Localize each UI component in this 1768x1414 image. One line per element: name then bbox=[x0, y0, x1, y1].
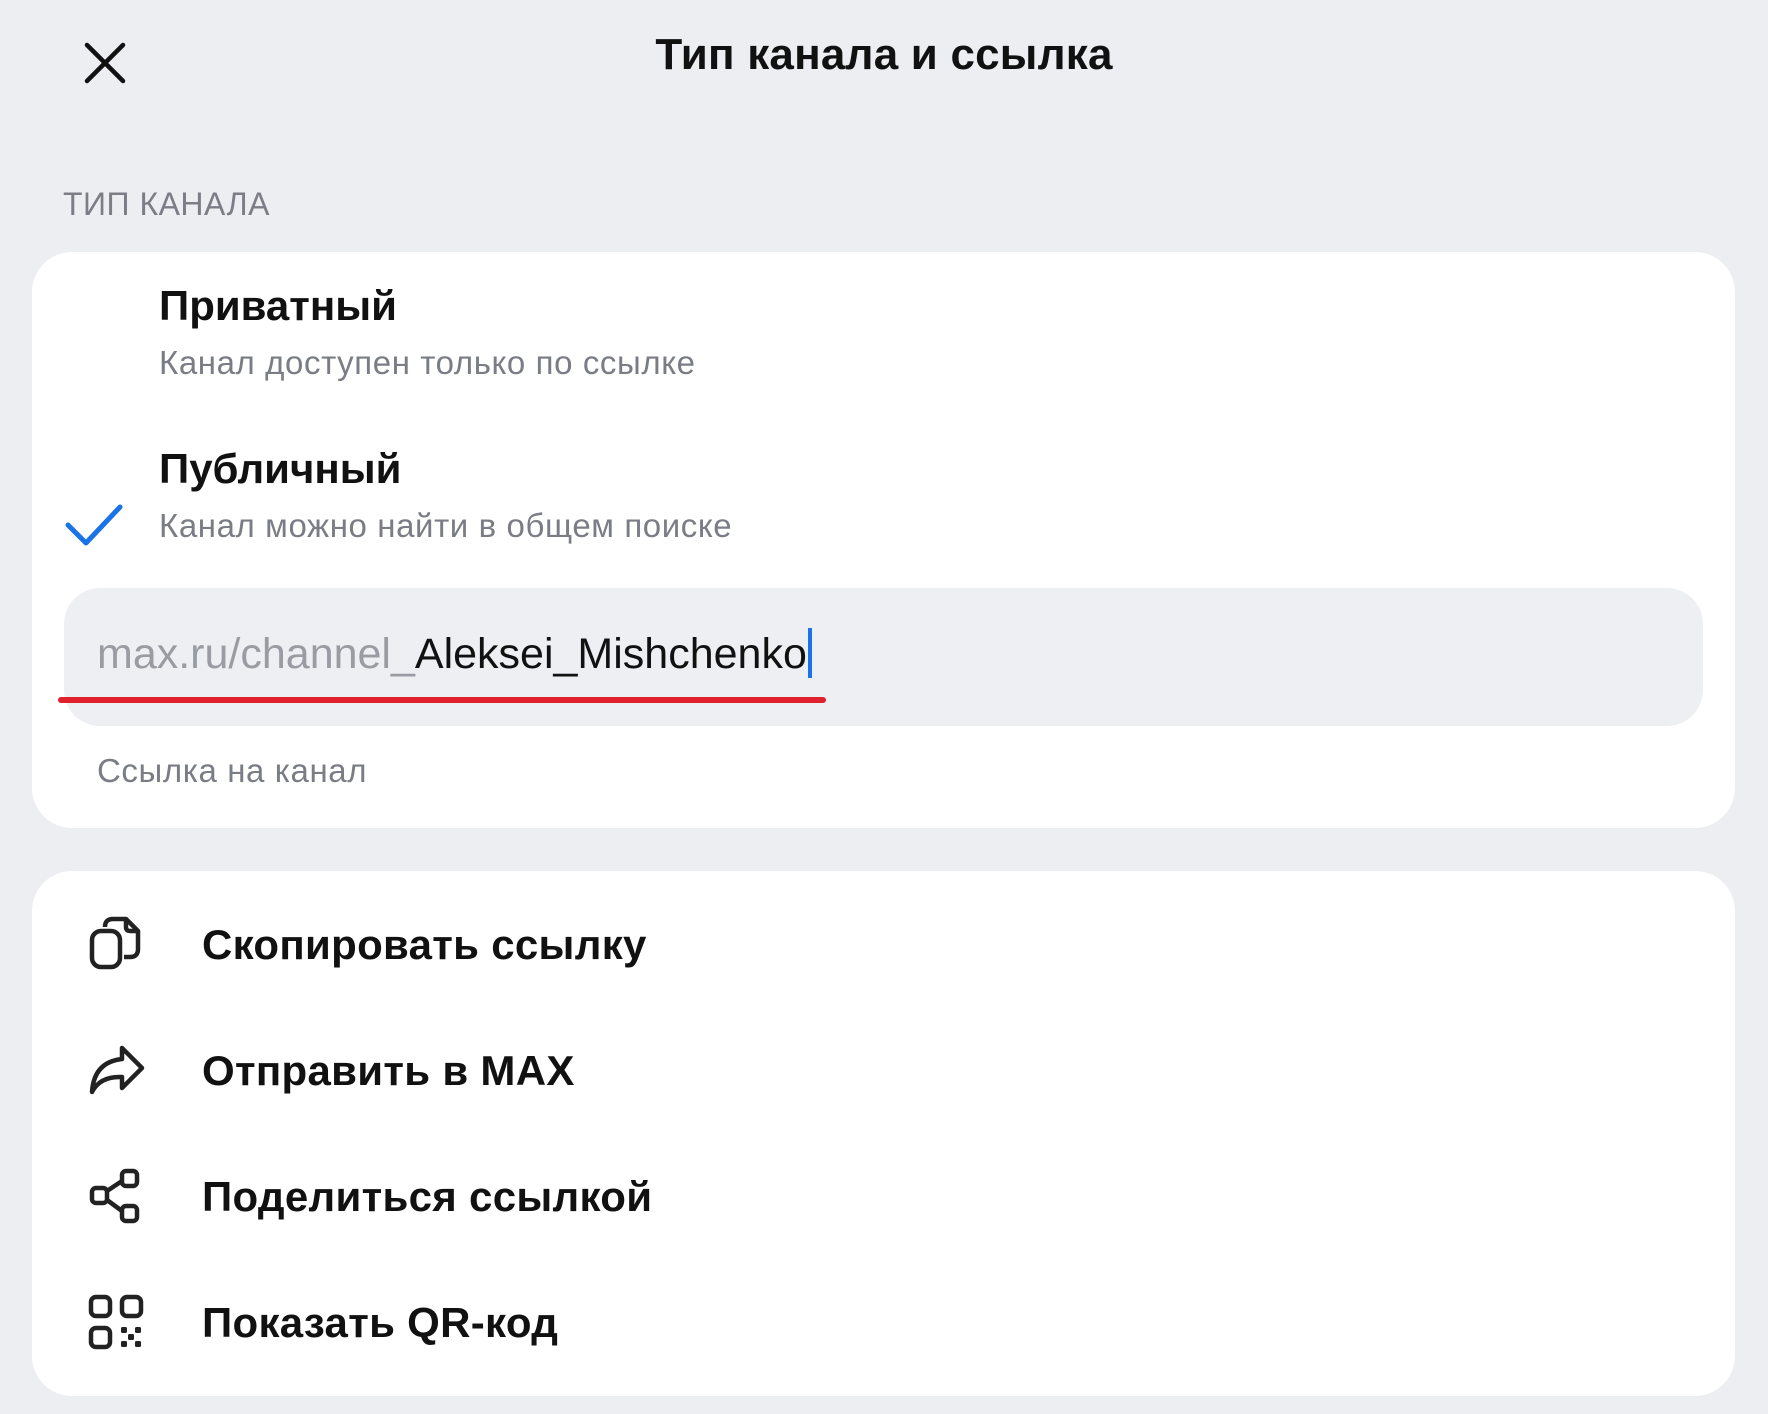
option-title: Приватный bbox=[159, 282, 397, 329]
action-label: Отправить в MAX bbox=[202, 1047, 575, 1094]
link-value: Aleksei_Mishchenko bbox=[414, 630, 807, 678]
qr-code-icon bbox=[88, 1294, 144, 1350]
action-label: Поделиться ссылкой bbox=[202, 1173, 653, 1220]
option-title: Публичный bbox=[159, 445, 402, 492]
option-subtitle: Канал можно найти в общем поиске bbox=[159, 507, 733, 544]
channel-type-card: Приватный Канал доступен только по ссылк… bbox=[32, 252, 1735, 828]
forward-icon bbox=[89, 1045, 145, 1095]
copy-link-button[interactable]: Скопировать ссылку bbox=[32, 881, 1735, 1007]
option-subtitle: Канал доступен только по ссылке bbox=[159, 344, 696, 381]
option-public[interactable]: Публичный Канал можно найти в общем поис… bbox=[32, 445, 1735, 595]
channel-link-text: max.ru/channel_Aleksei_Mishchenko bbox=[97, 628, 812, 679]
share-icon bbox=[89, 1168, 140, 1224]
channel-link-input[interactable]: max.ru/channel_Aleksei_Mishchenko bbox=[64, 588, 1703, 726]
section-label-channel-type: ТИП КАНАЛА bbox=[63, 186, 270, 222]
link-caption: Ссылка на канал bbox=[97, 752, 368, 789]
option-private[interactable]: Приватный Канал доступен только по ссылк… bbox=[32, 282, 1735, 432]
page-title: Тип канала и ссылка bbox=[655, 30, 1113, 79]
action-label: Скопировать ссылку bbox=[202, 921, 647, 968]
copy-icon bbox=[89, 916, 141, 970]
text-caret bbox=[807, 628, 812, 678]
show-qr-code-button[interactable]: Показать QR-код bbox=[32, 1259, 1735, 1385]
red-highlight-underline bbox=[58, 697, 826, 703]
link-actions-card: Скопировать ссылку Отправить в MAX Подел… bbox=[32, 871, 1735, 1396]
action-label: Показать QR-код bbox=[202, 1299, 559, 1346]
link-prefix: max.ru/channel_ bbox=[97, 630, 415, 678]
share-link-button[interactable]: Поделиться ссылкой bbox=[32, 1133, 1735, 1259]
check-icon bbox=[65, 504, 123, 546]
send-to-max-button[interactable]: Отправить в MAX bbox=[32, 1007, 1735, 1133]
header: Тип канала и ссылка bbox=[0, 0, 1768, 120]
